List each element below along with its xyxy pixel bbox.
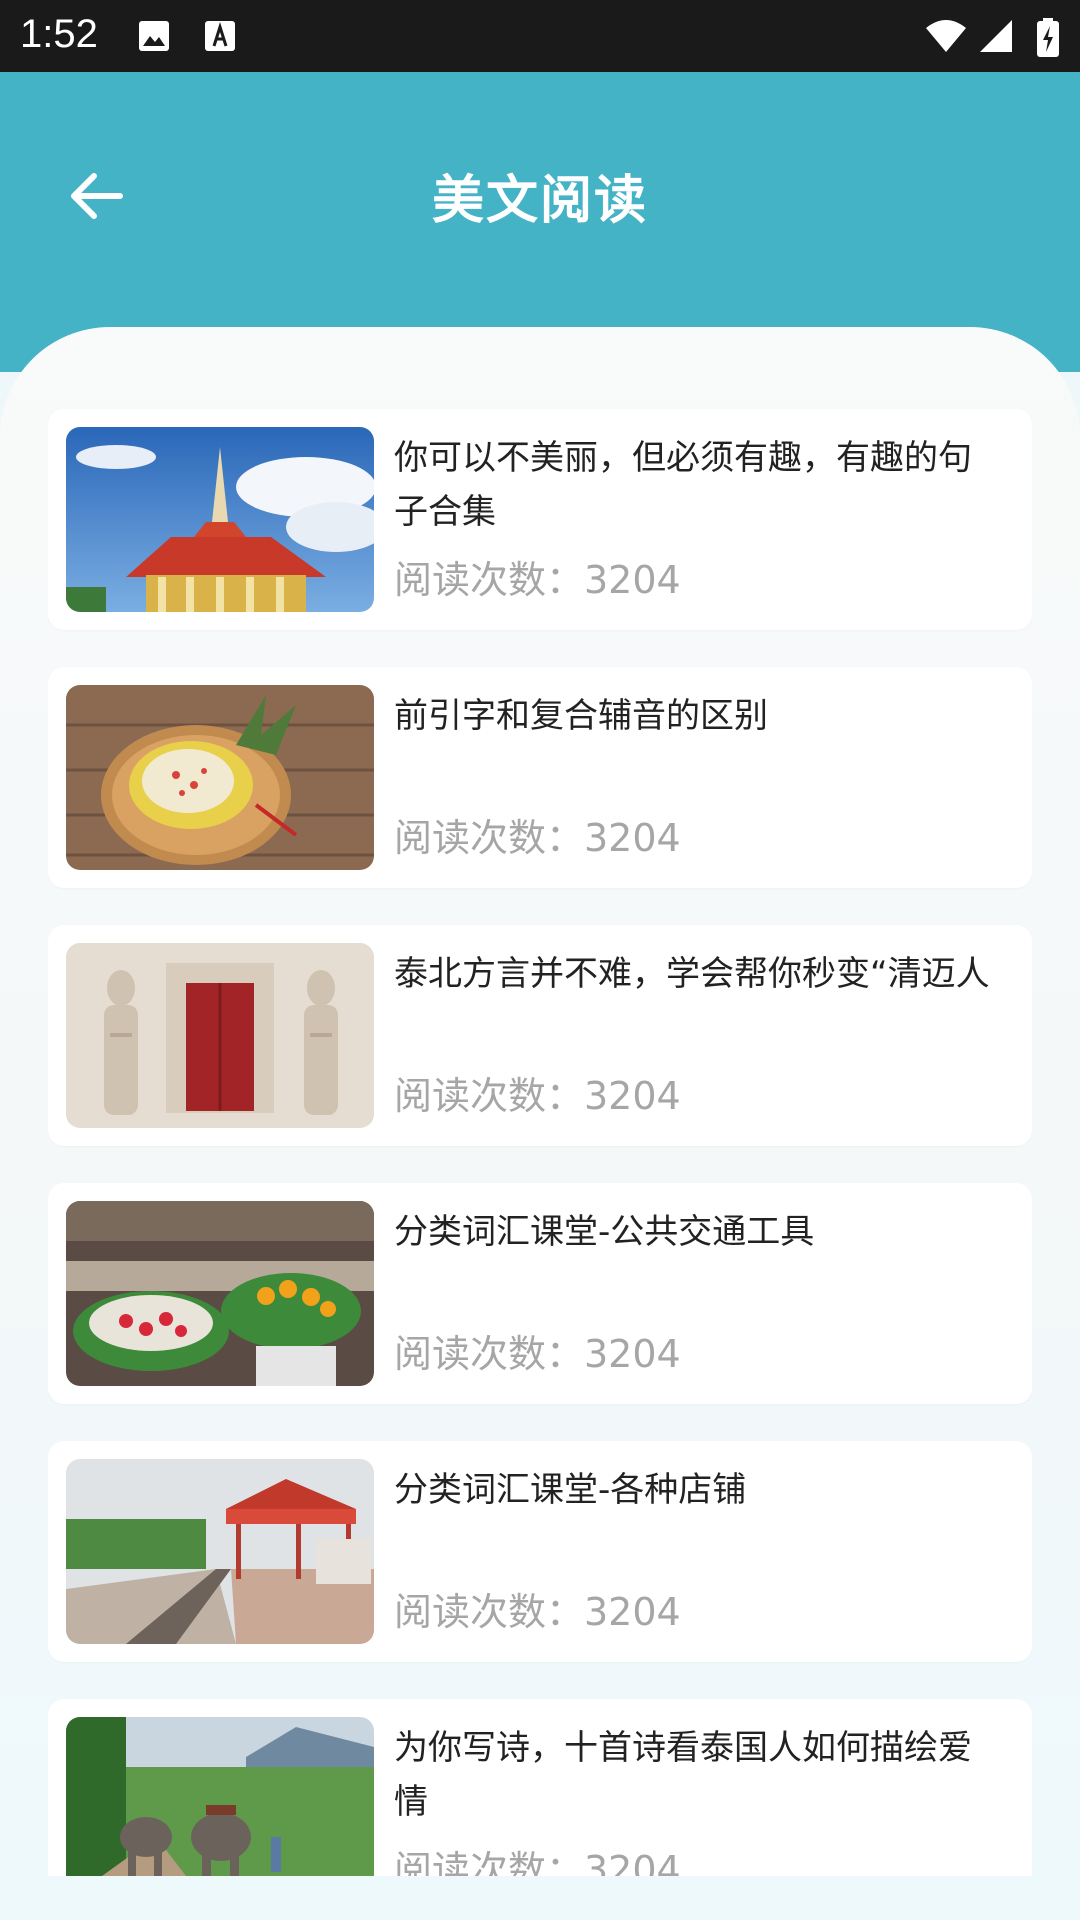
article-card[interactable]: 前引字和复合辅音的区别 阅读次数：3204 [48, 667, 1032, 888]
article-card[interactable]: 分类词汇课堂-公共交通工具 阅读次数：3204 [48, 1183, 1032, 1404]
font-download-icon [202, 18, 238, 54]
article-title: 前引字和复合辅音的区别 [394, 696, 768, 736]
battery-charging-icon [1036, 18, 1060, 57]
article-thumbnail-temple-door [66, 943, 374, 1128]
article-thumbnail-flower-market [66, 1201, 374, 1386]
status-bar: 1:52 [0, 0, 1080, 72]
article-title: 分类词汇课堂-公共交通工具 [394, 1212, 815, 1252]
article-title: 你可以不美丽，但必须有趣，有趣的句子合集 [394, 438, 972, 532]
read-count: 阅读次数：3204 [394, 1590, 681, 1634]
read-count: 阅读次数：3204 [394, 1074, 681, 1118]
article-thumbnail-elephants [66, 1717, 374, 1876]
article-list[interactable]: 你可以不美丽，但必须有趣，有趣的句子合集 阅读次数：3204 前引字和复合辅音的… [48, 409, 1032, 1876]
page-title: 美文阅读 [431, 171, 648, 231]
status-time: 1:52 [20, 12, 98, 56]
read-count: 阅读次数：3204 [394, 1848, 681, 1876]
read-count: 阅读次数：3204 [394, 816, 681, 860]
article-title: 泰北方言并不难，学会帮你秒变“清迈人 [394, 954, 990, 994]
article-title: 分类词汇课堂-各种店铺 [394, 1470, 747, 1510]
article-card[interactable]: 泰北方言并不难，学会帮你秒变“清迈人 阅读次数：3204 [48, 925, 1032, 1146]
article-thumbnail-railway-station [66, 1459, 374, 1644]
article-card[interactable]: 分类词汇课堂-各种店铺 阅读次数：3204 [48, 1441, 1032, 1662]
content-panel: 你可以不美丽，但必须有趣，有趣的句子合集 阅读次数：3204 前引字和复合辅音的… [0, 327, 1080, 1920]
read-count: 阅读次数：3204 [394, 1332, 681, 1376]
article-card[interactable]: 为你写诗，十首诗看泰国人如何描绘爱情 阅读次数：3204 [48, 1699, 1032, 1876]
image-icon [136, 18, 172, 54]
read-count: 阅读次数：3204 [394, 558, 681, 602]
article-title: 为你写诗，十首诗看泰国人如何描绘爱情 [394, 1728, 972, 1822]
article-thumbnail-temple [66, 427, 374, 612]
wifi-icon [924, 18, 968, 54]
article-card[interactable]: 你可以不美丽，但必须有趣，有趣的句子合集 阅读次数：3204 [48, 409, 1032, 630]
signal-icon [978, 18, 1014, 54]
article-thumbnail-pineapple [66, 685, 374, 870]
